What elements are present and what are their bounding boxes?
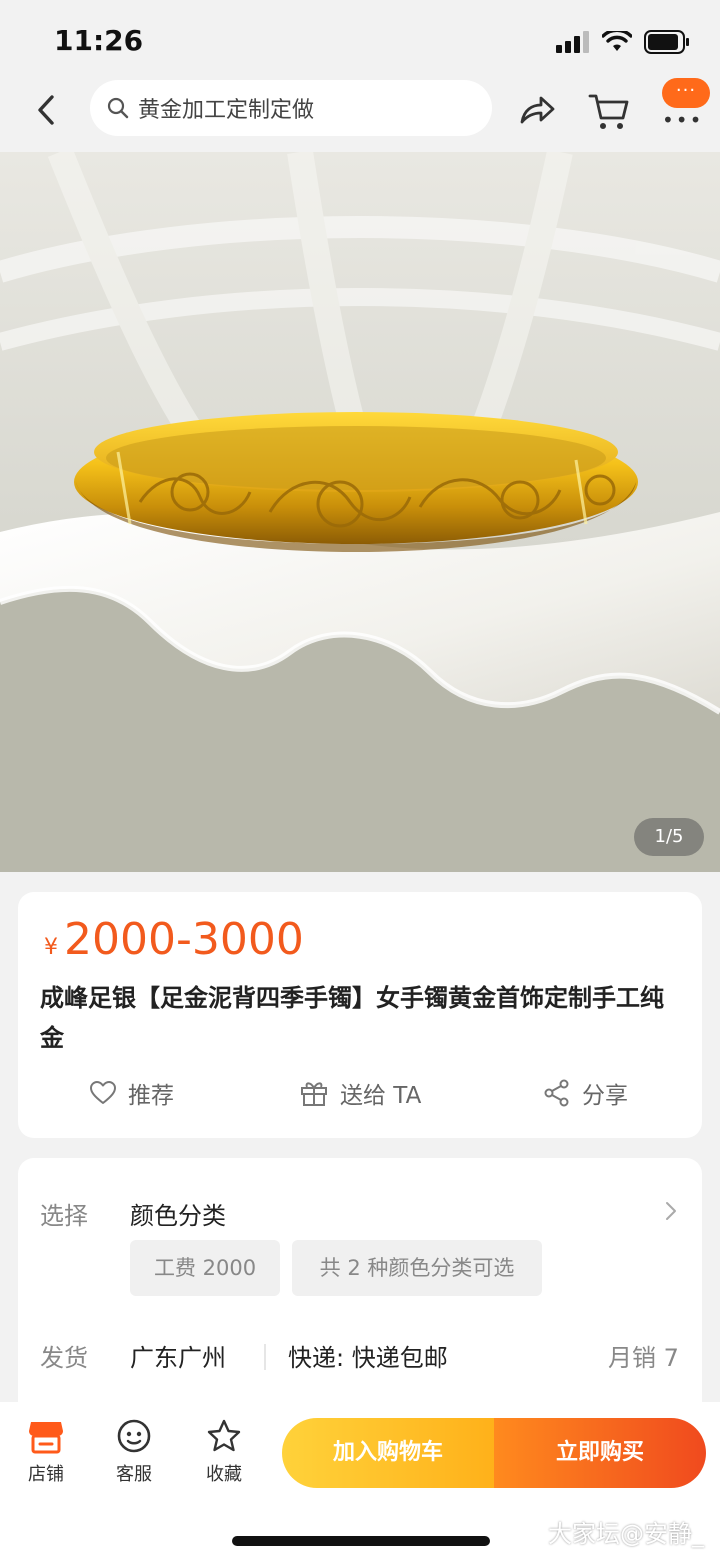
- gift-button[interactable]: 送给 TA: [300, 1076, 421, 1110]
- product-detail-page: 11:26 黄金加工定制定做 ··· ••• 1/5 ¥ 2000-3000 成…: [0, 0, 720, 1558]
- service-label: 客服: [116, 1464, 152, 1485]
- customer-service-icon: [117, 1419, 151, 1453]
- chevron-left-icon: [38, 95, 54, 125]
- more-button[interactable]: ··· •••: [656, 76, 712, 136]
- shop-icon: [29, 1422, 63, 1454]
- message-badge: ···: [662, 78, 710, 108]
- image-counter: 1/5: [634, 818, 704, 856]
- product-title: 成峰足银【足金泥背四季手镯】女手镯黄金首饰定制手工纯金: [40, 984, 664, 1052]
- favorite-tab[interactable]: 收藏: [194, 1418, 254, 1486]
- price-card: ¥ 2000-3000 成峰足银【足金泥背四季手镯】女手镯黄金首饰定制手工纯金 …: [18, 892, 702, 1138]
- cta-group: 加入购物车 立即购买: [282, 1418, 706, 1488]
- star-icon: [207, 1419, 241, 1452]
- status-icons: [556, 30, 690, 54]
- price-currency: ¥: [44, 935, 58, 960]
- wifi-icon: [602, 31, 632, 51]
- signal-icon: [556, 31, 589, 53]
- action-row: 推荐 送给 TA 分享: [18, 1076, 702, 1116]
- gift-icon: [301, 1082, 327, 1106]
- buy-now-button[interactable]: 立即购买: [494, 1418, 706, 1488]
- options-card: 选择 颜色分类 工费 2000 共 2 种颜色分类可选 发货 广东广州 快递: …: [18, 1158, 702, 1418]
- option-chip[interactable]: 共 2 种颜色分类可选: [292, 1240, 542, 1296]
- recommend-button[interactable]: 推荐: [90, 1076, 174, 1110]
- share-label: 分享: [582, 1083, 628, 1109]
- ship-origin: 广东广州: [130, 1344, 226, 1372]
- price-value: 2000-3000: [64, 914, 304, 965]
- shop-label: 店铺: [28, 1464, 64, 1485]
- watermark: 大家坛@安静_: [548, 1520, 704, 1548]
- status-bar: 11:26: [0, 0, 720, 80]
- select-row[interactable]: 颜色分类: [130, 1196, 226, 1231]
- search-query: 黄金加工定制定做: [138, 98, 315, 123]
- monthly-sales: 月销 7: [608, 1344, 679, 1372]
- bottom-action-bar: 店铺 客服 收藏 加入购物车 立即购买 大家坛@安静_: [0, 1402, 720, 1558]
- share-action-button[interactable]: 分享: [544, 1076, 628, 1110]
- divider: [264, 1344, 266, 1370]
- gold-bangle-image: [0, 152, 720, 872]
- share-arrow-icon: [520, 96, 555, 124]
- ship-method: 快递: 快递包邮: [288, 1344, 448, 1372]
- search-icon: [107, 97, 129, 119]
- more-dots-icon: •••: [662, 108, 704, 132]
- service-tab[interactable]: 客服: [104, 1418, 164, 1486]
- favorite-label: 收藏: [206, 1464, 242, 1485]
- heart-icon: [90, 1081, 116, 1104]
- chevron-right-icon[interactable]: [664, 1200, 678, 1222]
- cart-button[interactable]: [586, 88, 632, 134]
- price: ¥ 2000-3000: [44, 914, 304, 965]
- share-nodes-icon: [544, 1079, 569, 1107]
- product-image[interactable]: 1/5: [0, 152, 720, 872]
- shop-tab[interactable]: 店铺: [16, 1418, 76, 1486]
- add-to-cart-button[interactable]: 加入购物车: [282, 1418, 494, 1488]
- recommend-label: 推荐: [128, 1083, 174, 1109]
- gift-label: 送给 TA: [340, 1083, 422, 1109]
- cart-icon: [588, 94, 629, 129]
- option-chip[interactable]: 工费 2000: [130, 1240, 280, 1296]
- search-input[interactable]: 黄金加工定制定做: [90, 80, 492, 136]
- ship-label: 发货: [40, 1344, 88, 1372]
- select-label: 选择: [40, 1202, 88, 1230]
- back-button[interactable]: [26, 90, 66, 130]
- status-time: 11:26: [54, 24, 144, 57]
- battery-icon: [644, 30, 689, 54]
- top-nav: 黄金加工定制定做 ··· •••: [0, 76, 720, 146]
- home-indicator: [232, 1536, 490, 1546]
- share-button[interactable]: [514, 88, 560, 134]
